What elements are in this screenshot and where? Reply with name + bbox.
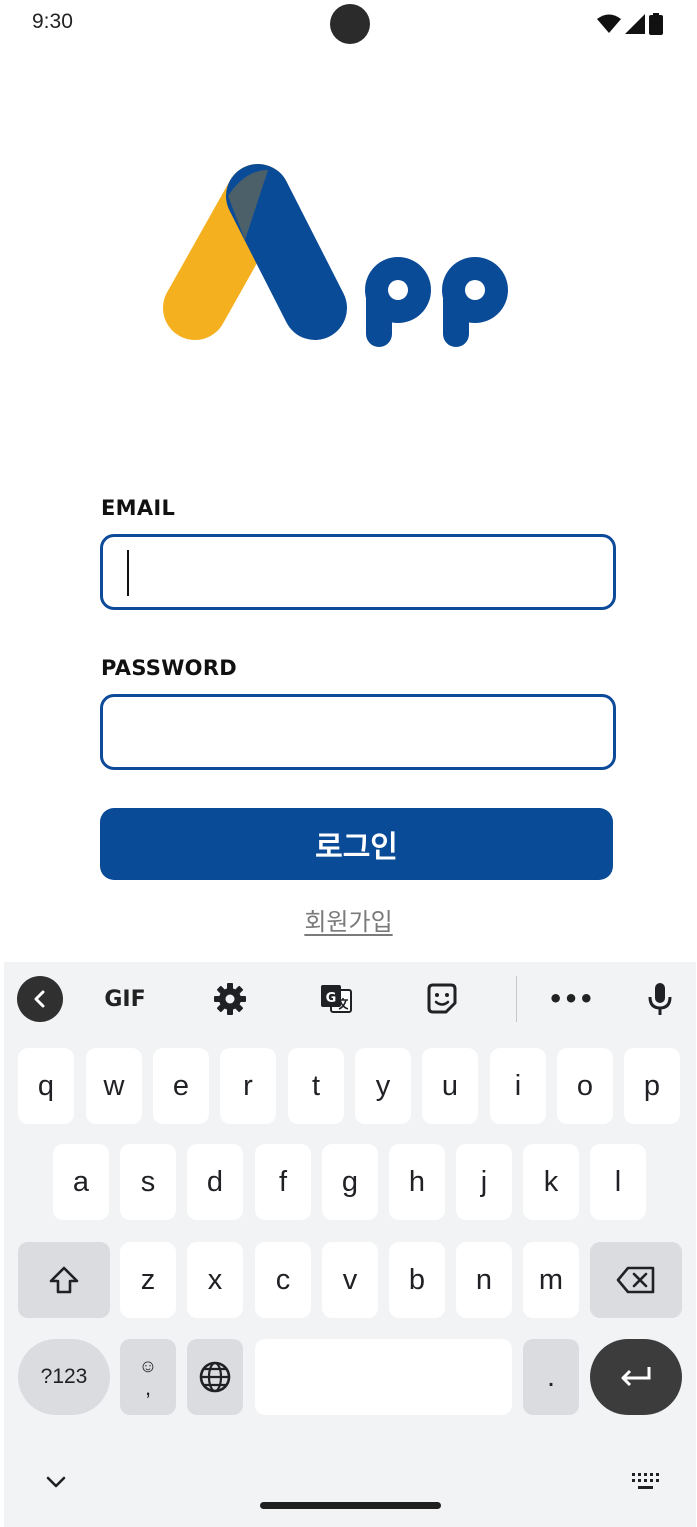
gesture-nav-handle[interactable] [260,1502,441,1509]
toolbar-divider [516,976,517,1022]
signup-link-container: 회원가입 [0,902,697,937]
app-logo-graphic [163,164,508,347]
key-u[interactable]: u [422,1048,478,1124]
key-c[interactable]: c [255,1242,311,1318]
comma-label: , [144,1375,152,1400]
svg-text:G: G [326,991,337,1006]
login-button[interactable]: 로그인 [100,808,613,880]
gif-button[interactable]: GIF [98,976,152,1022]
key-l[interactable]: l [590,1144,646,1220]
mic-icon [648,983,672,1015]
keyboard-toolbar: GIF G ••• [4,962,696,1036]
status-bar: 9:30 [0,0,697,50]
key-i[interactable]: i [490,1048,546,1124]
space-key[interactable] [255,1339,512,1415]
key-v[interactable]: v [322,1242,378,1318]
key-k[interactable]: k [523,1144,579,1220]
key-n[interactable]: n [456,1242,512,1318]
symbols-key[interactable]: ?123 [18,1339,110,1415]
key-w[interactable]: w [86,1048,142,1124]
signal-icon [625,14,645,34]
key-q[interactable]: q [18,1048,74,1124]
globe-icon [199,1361,231,1393]
period-key[interactable]: . [523,1339,579,1415]
backspace-key[interactable] [590,1242,682,1318]
soft-keyboard: GIF G ••• q w e r t y u i o p a s d f g … [4,962,696,1527]
key-g[interactable]: g [322,1144,378,1220]
key-j[interactable]: j [456,1144,512,1220]
shift-icon [49,1266,79,1294]
key-y[interactable]: y [355,1048,411,1124]
key-f[interactable]: f [255,1144,311,1220]
battery-icon [649,13,663,35]
backspace-icon [616,1266,655,1294]
enter-key[interactable] [590,1339,682,1415]
password-label: PASSWORD [101,656,238,680]
text-cursor [127,550,129,596]
key-a[interactable]: a [53,1144,109,1220]
more-options-button[interactable]: ••• [547,976,595,1022]
email-label: EMAIL [101,496,176,520]
chevron-down-icon [46,1476,66,1488]
status-icons [597,12,663,36]
key-x[interactable]: x [187,1242,243,1318]
collapse-toolbar-button[interactable] [16,976,64,1022]
sticker-button[interactable] [418,976,466,1022]
smiley-icon: ☺ [138,1356,158,1376]
sticker-icon [427,983,457,1014]
keyboard-icon [632,1473,659,1489]
voice-input-button[interactable] [636,976,684,1022]
translate-button[interactable]: G [312,976,360,1022]
hide-keyboard-button[interactable] [40,1466,72,1498]
key-s[interactable]: s [120,1144,176,1220]
email-input[interactable] [100,534,616,610]
language-key[interactable] [187,1339,243,1415]
emoji-comma-key[interactable]: ☺ , [120,1339,176,1415]
signup-link[interactable]: 회원가입 [304,908,392,936]
key-b[interactable]: b [389,1242,445,1318]
translate-icon: G [321,985,352,1013]
key-h[interactable]: h [389,1144,445,1220]
wifi-icon [597,14,621,33]
settings-button[interactable] [206,976,254,1022]
key-e[interactable]: e [153,1048,209,1124]
key-z[interactable]: z [120,1242,176,1318]
key-r[interactable]: r [220,1048,276,1124]
chevron-left-icon [17,976,63,1022]
enter-icon [621,1367,651,1387]
app-logo [150,150,520,360]
password-input[interactable] [100,694,616,770]
key-t[interactable]: t [288,1048,344,1124]
key-p[interactable]: p [624,1048,680,1124]
key-m[interactable]: m [523,1242,579,1318]
key-d[interactable]: d [187,1144,243,1220]
camera-cutout [330,4,370,44]
status-time: 9:30 [32,10,73,33]
gear-icon [214,983,246,1015]
key-o[interactable]: o [557,1048,613,1124]
shift-key[interactable] [18,1242,110,1318]
keyboard-switch-button[interactable] [628,1468,664,1496]
